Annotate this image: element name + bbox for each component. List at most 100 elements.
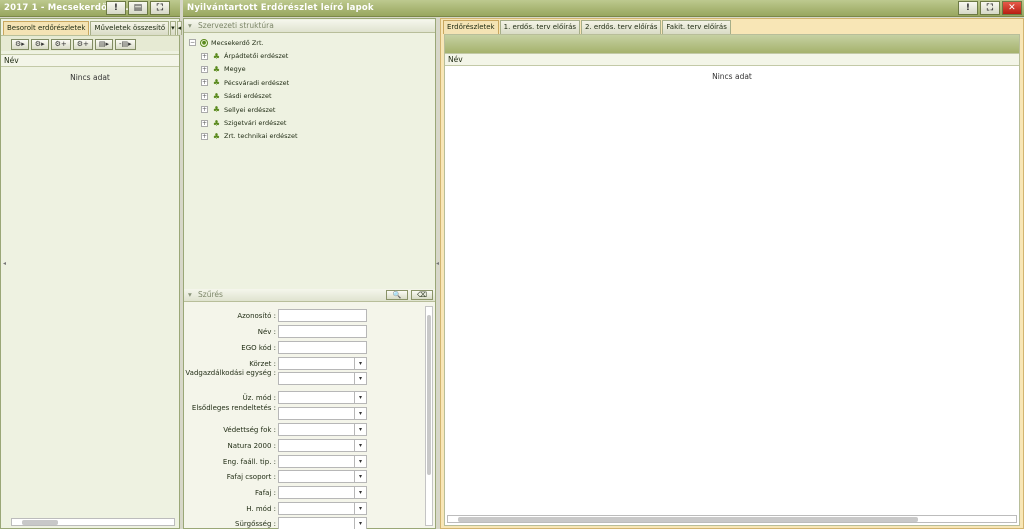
tab-muveletek-osszesito[interactable]: Műveletek összesítő [90, 21, 170, 35]
filter-select[interactable]: ▾ [278, 455, 367, 468]
tree-expand-icon[interactable]: + [201, 65, 208, 73]
chevron-down-icon[interactable]: ▾ [354, 373, 366, 384]
main-title-bar: Nyilvántartott Erdőrészlet leíró lapok !… [183, 0, 1024, 17]
tree-item[interactable]: + ♣ Szigetvári erdészet [201, 116, 431, 129]
filter-label: Vadgazdálkodási egység : [185, 369, 276, 377]
gear-add-button[interactable]: ⚙+ [50, 39, 71, 50]
filter-select[interactable]: ▾ [278, 407, 367, 420]
tab-2-erdos-terv[interactable]: 2. erdős. terv előírás [581, 20, 662, 34]
chevron-down-icon[interactable]: ▾ [354, 408, 366, 419]
filter-label: Eng. faáll. tip. : [222, 458, 276, 466]
filter-text-input[interactable] [278, 341, 367, 354]
filter-select[interactable]: ▾ [278, 470, 367, 483]
tree-item-label: Szigetvári erdészet [224, 119, 287, 128]
right-grid-toolbar [445, 35, 1019, 53]
tree-item[interactable]: + ♣ Megye [201, 63, 431, 76]
filter-row: EGO kód : [184, 341, 424, 356]
chevron-down-icon[interactable]: ▾ [354, 503, 366, 514]
scroll-thumb[interactable] [22, 520, 58, 525]
filter-text-input[interactable] [278, 309, 367, 322]
chevron-down-icon[interactable]: ▾ [354, 471, 366, 482]
filter-text-input[interactable] [278, 325, 367, 338]
tree-expand-icon[interactable]: + [201, 106, 208, 114]
org-tree: − ● Mecsekerdő Zrt. + ♣ Árpádtetői erdésze… [189, 36, 431, 143]
filter-label: Üz. mód : [242, 394, 276, 402]
tab-1-erdos-terv[interactable]: 1. erdős. terv előírás [499, 20, 581, 34]
tree-expand-icon[interactable]: + [201, 92, 208, 100]
chevron-down-icon[interactable]: ▾ [354, 358, 366, 369]
filter-select[interactable]: ▾ [278, 357, 367, 370]
info-button[interactable]: ! [958, 1, 978, 15]
chevron-down-icon[interactable]: ▾ [354, 518, 366, 529]
document-remove-button[interactable]: -▤▸ [115, 39, 136, 50]
tree-item[interactable]: + ♣ Árpádtetői erdészet [201, 49, 431, 62]
filter-label: Azonosító : [237, 312, 276, 320]
filter-select[interactable]: ▾ [278, 486, 367, 499]
scroll-thumb[interactable] [427, 315, 431, 475]
chevron-down-icon[interactable]: ▾ [354, 440, 366, 451]
filter-select[interactable]: ▾ [278, 372, 367, 385]
tree-expand-icon[interactable]: + [201, 52, 208, 60]
left-panel: Besorolt erdőrészletek Műveletek összesí… [0, 18, 189, 529]
tab-fakit-terv[interactable]: Fakit. terv előírás [662, 20, 731, 34]
search-icon[interactable]: 🔍 [386, 290, 408, 300]
chevron-down-icon[interactable]: ▾ [354, 424, 366, 435]
left-grid-header-name[interactable]: Név [1, 54, 179, 67]
chevron-down-icon[interactable]: ▾ [354, 456, 366, 467]
tree-item[interactable]: + ♣ Pécsváradi erdészet [201, 76, 431, 89]
right-horizontal-scrollbar[interactable] [447, 515, 1017, 523]
filter-row: Azonosító : [184, 309, 424, 324]
right-grid-header-name[interactable]: Név [445, 53, 1019, 66]
close-button[interactable]: ✕ [1002, 1, 1022, 15]
chevron-down-icon[interactable]: ▾ [170, 21, 176, 35]
middle-panel: ▾ Szervezeti struktúra − ● Mecsekerdő Zr… [183, 18, 436, 529]
chevron-down-icon[interactable]: ▾ [354, 487, 366, 498]
filter-vertical-scrollbar[interactable] [425, 306, 433, 526]
tree-item-label: Sásdi erdészet [224, 92, 272, 101]
filter-select[interactable]: ▾ [278, 423, 367, 436]
clear-filter-icon[interactable]: ⌫ [411, 290, 433, 300]
document-forward-button[interactable]: ▤▸ [94, 39, 114, 50]
tab-scroll-left-icon[interactable]: ◂ [176, 21, 183, 35]
tree-collapse-icon[interactable]: − [189, 39, 196, 47]
info-button[interactable]: ! [106, 1, 126, 15]
maximize-button[interactable]: ⛶ [980, 1, 1000, 15]
right-panel: Erdőrészletek 1. erdős. terv előírás 2. … [440, 18, 1024, 529]
scroll-thumb[interactable] [458, 517, 918, 522]
forestry-icon: ♣ [212, 105, 221, 115]
tree-root[interactable]: − ● Mecsekerdő Zrt. [189, 36, 431, 49]
filter-select[interactable]: ▾ [278, 502, 367, 515]
tab-besorolt-erdoreszletek[interactable]: Besorolt erdőrészletek [3, 21, 90, 35]
filter-header-label: Szűrés [198, 290, 223, 299]
left-horizontal-scrollbar[interactable] [11, 518, 175, 526]
layout-button[interactable]: ▤ [128, 1, 148, 15]
tree-item-label: Árpádtetői erdészet [224, 52, 289, 61]
maximize-button[interactable]: ⛶ [150, 1, 170, 15]
gear-forward-button[interactable]: ⚙▸ [11, 39, 29, 50]
right-splitter-icon[interactable]: ◂ [436, 260, 439, 274]
organization-icon: ● [200, 38, 208, 47]
left-splitter-icon[interactable]: ◂ [3, 260, 6, 274]
forestry-icon: ♣ [212, 131, 221, 141]
filter-select[interactable]: ▾ [278, 517, 367, 529]
tree-item[interactable]: + ♣ Sellyei erdészet [201, 103, 431, 116]
chevron-down-icon[interactable]: ▾ [354, 392, 366, 403]
tree-item-label: Megye [224, 65, 246, 74]
tree-expand-icon[interactable]: + [201, 79, 208, 87]
tree-expand-icon[interactable]: + [201, 119, 208, 127]
left-empty-text: Nincs adat [70, 73, 110, 82]
filter-select[interactable]: ▾ [278, 439, 367, 452]
filter-label: Védettség fok : [223, 426, 276, 434]
org-tree-header[interactable]: ▾ Szervezeti struktúra [184, 20, 435, 33]
collapse-arrow-icon: ▾ [188, 290, 192, 299]
filter-select[interactable]: ▾ [278, 391, 367, 404]
filter-row: Natura 2000 : ▾ [184, 439, 424, 454]
tree-item[interactable]: + ♣ Zrt. technikai erdészet [201, 130, 431, 143]
tree-expand-icon[interactable]: + [201, 132, 208, 140]
filter-label: Natura 2000 : [227, 442, 277, 450]
tree-item[interactable]: + ♣ Sásdi erdészet [201, 90, 431, 103]
gear-add-2-button[interactable]: ⚙+ [72, 39, 93, 50]
filter-row: Fafaj csoport : ▾ [184, 470, 424, 485]
tab-erdoreszletek[interactable]: Erdőrészletek [443, 20, 499, 34]
gear-forward-2-button[interactable]: ⚙▸ [30, 39, 49, 50]
